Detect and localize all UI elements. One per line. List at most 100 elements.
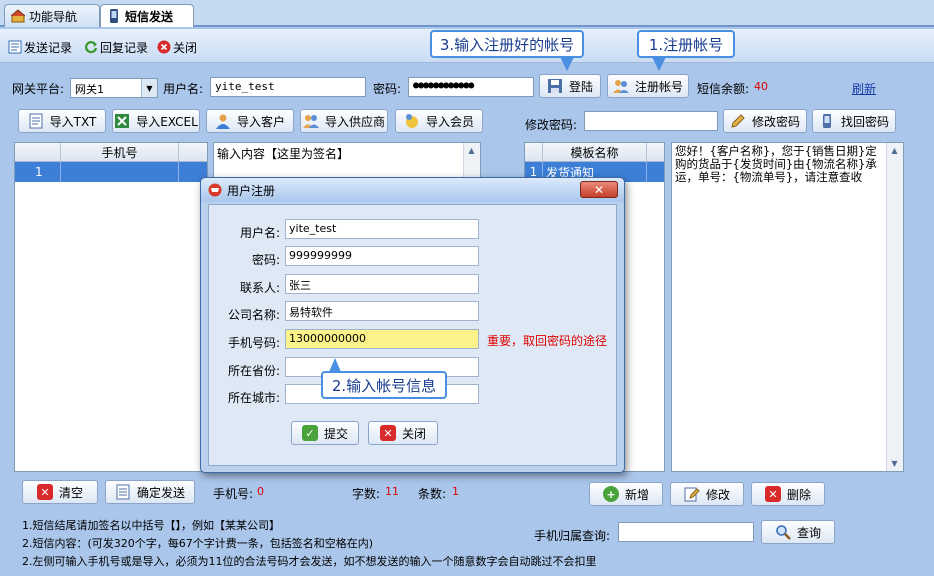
row-index: 1 <box>15 162 61 182</box>
change-password-input[interactable] <box>584 111 718 131</box>
import-customer-button[interactable]: 导入客户 <box>206 109 294 133</box>
callout-pointer <box>652 57 666 71</box>
dialog-close-icon[interactable]: ✕ <box>580 181 618 198</box>
customer-icon <box>215 113 231 129</box>
close-toolbar-button[interactable]: 关闭 <box>157 37 197 57</box>
reply-log-button[interactable]: 回复记录 <box>84 37 148 57</box>
password-input[interactable]: ●●●●●●●●●●●● <box>408 77 534 97</box>
close-icon <box>157 40 171 54</box>
tip-line-3: 2.左侧可输入手机号或是导入，必须为11位的合法号码才会发送，如不想发送的输入一… <box>22 555 597 568</box>
refresh-link[interactable]: 刷新 <box>852 80 876 97</box>
tab-label: 短信发送 <box>125 9 174 24</box>
reg-phone-input[interactable]: 13000000000 <box>285 329 479 349</box>
pencil-icon <box>684 486 700 502</box>
reg-password-input[interactable]: 999999999 <box>285 246 479 266</box>
check-icon: ✓ <box>301 425 318 441</box>
content-text: 输入内容【这里为签名】 <box>217 147 350 161</box>
field-label: 公司名称: <box>227 308 280 322</box>
reg-username-input[interactable]: yite_test <box>285 219 479 239</box>
excel-icon <box>114 113 130 129</box>
balance-label: 短信余额: <box>697 82 750 96</box>
gateway-select[interactable]: 网关1 ▼ <box>70 78 158 98</box>
edit-template-button[interactable]: 修改 <box>670 482 744 506</box>
callout-login-account: 3.输入注册好的帐号 <box>430 30 584 58</box>
tip-line-1: 1.短信结尾请加签名以中括号【】，例如【某某公司】 <box>22 519 280 532</box>
field-label: 所在省份: <box>227 364 280 378</box>
close-icon: ✕ <box>36 484 53 500</box>
scroll-up-icon[interactable]: ▲ <box>887 143 902 158</box>
phone-grid: 手机号 1 <box>14 142 208 472</box>
lookup-input[interactable] <box>618 522 754 542</box>
phone-icon <box>107 9 121 23</box>
send-log-button[interactable]: 发送记录 <box>8 37 72 57</box>
field-label: 联系人: <box>239 281 280 295</box>
scroll-down-icon[interactable]: ▼ <box>887 456 902 471</box>
import-txt-button[interactable]: 导入TXT <box>18 109 106 133</box>
lookup-label: 手机归属查询: <box>534 529 611 543</box>
clear-button[interactable]: ✕ 清空 <box>22 480 98 504</box>
field-label: 用户名: <box>239 226 280 240</box>
delete-template-button[interactable]: ✕ 删除 <box>751 482 825 506</box>
password-label: 密码: <box>373 82 402 96</box>
reg-company-input[interactable]: 易特软件 <box>285 301 479 321</box>
lookup-button[interactable]: 查询 <box>761 520 835 544</box>
change-password-button[interactable]: 修改密码 <box>723 109 807 133</box>
table-row[interactable]: 1 <box>15 162 207 182</box>
chevron-down-icon[interactable]: ▼ <box>141 79 157 97</box>
phone-cell[interactable] <box>61 162 179 182</box>
gateway-label: 网关平台: <box>12 82 65 96</box>
device-icon <box>819 113 835 129</box>
register-button[interactable]: 注册帐号 <box>607 74 689 98</box>
tab-function-nav[interactable]: 功能导航 <box>4 4 100 27</box>
change-password-label: 修改密码: <box>525 118 578 132</box>
login-button[interactable]: 登陆 <box>539 74 601 98</box>
dialog-title-bar: 用户注册 ✕ <box>201 178 624 202</box>
phone-count-label: 手机号: <box>213 487 254 501</box>
pencil-icon <box>730 113 746 129</box>
field-label: 所在城市: <box>227 391 280 405</box>
import-supplier-button[interactable]: 导入供应商 <box>300 109 388 133</box>
close-icon: ✕ <box>379 425 396 441</box>
tab-sms-send[interactable]: 短信发送 <box>100 4 194 27</box>
callout-pointer <box>560 57 574 71</box>
callout-register: 1.注册帐号 <box>637 30 735 58</box>
tab-label: 功能导航 <box>29 9 78 24</box>
supplier-icon <box>302 113 319 129</box>
import-member-button[interactable]: 导入会员 <box>395 109 483 133</box>
scroll-up-icon[interactable]: ▲ <box>464 143 479 158</box>
users-icon <box>612 78 629 94</box>
log-icon <box>8 40 22 54</box>
text-file-icon <box>28 113 44 129</box>
template-grid-header: 模板名称 <box>525 143 664 162</box>
callout-account-info: 2.输入帐号信息 <box>321 371 447 399</box>
char-count-label: 字数: <box>352 487 381 501</box>
username-input[interactable]: yite_test <box>210 77 366 97</box>
import-excel-button[interactable]: 导入EXCEL <box>112 109 200 133</box>
member-icon <box>404 113 420 129</box>
msg-count-value: 1 <box>452 485 459 498</box>
template-scrollbar[interactable]: ▲ ▼ <box>886 143 903 471</box>
template-column-header[interactable]: 模板名称 <box>543 143 647 161</box>
send-button[interactable]: 确定发送 <box>105 480 195 504</box>
reg-contact-input[interactable]: 张三 <box>285 274 479 294</box>
plus-icon: + <box>602 486 619 502</box>
phone-column-header[interactable]: 手机号 <box>61 143 179 161</box>
char-count-value: 11 <box>385 485 399 498</box>
search-icon <box>775 524 791 540</box>
save-icon <box>547 78 563 94</box>
field-label: 密码: <box>251 253 280 267</box>
submit-button[interactable]: ✓ 提交 <box>291 421 359 445</box>
phone-count-value: 0 <box>257 485 264 498</box>
list-icon <box>115 484 131 500</box>
dialog-close-button[interactable]: ✕ 关闭 <box>368 421 438 445</box>
phone-hint: 重要，取回密码的途径 <box>487 334 608 348</box>
add-template-button[interactable]: + 新增 <box>589 482 663 506</box>
msg-count-label: 条数: <box>418 487 447 501</box>
template-text: 您好！{客户名称}，您于{销售日期}定购的货品于{发货时间}由{物流名称}承运，… <box>675 144 877 184</box>
field-label: 手机号码: <box>227 336 280 350</box>
close-icon: ✕ <box>764 486 781 502</box>
phone-grid-header: 手机号 <box>15 143 207 162</box>
template-textarea[interactable]: 您好！{客户名称}，您于{销售日期}定购的货品于{发货时间}由{物流名称}承运，… <box>671 142 904 472</box>
home-icon <box>10 9 26 23</box>
find-password-button[interactable]: 找回密码 <box>812 109 896 133</box>
